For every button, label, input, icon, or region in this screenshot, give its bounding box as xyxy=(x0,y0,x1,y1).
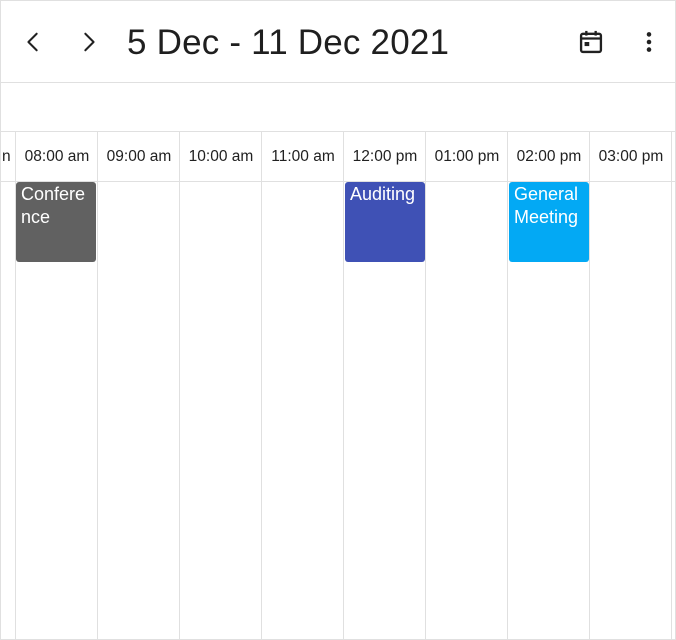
time-label: 09:00 am xyxy=(106,148,172,165)
chevron-left-icon xyxy=(27,32,38,52)
appointment-subject: Conference xyxy=(21,184,86,227)
appointment-auditing[interactable]: Auditing xyxy=(345,182,425,262)
appointment-conference[interactable]: Conference xyxy=(16,182,96,262)
appointment-subject: General Meeting xyxy=(514,184,579,227)
previous-button[interactable] xyxy=(13,22,53,62)
time-label: 02:00 pm xyxy=(516,148,582,165)
time-label: 08:00 am xyxy=(24,148,90,165)
scheduler-header: 5 Dec - 11 Dec 2021 xyxy=(1,1,675,83)
appointment-general-meeting[interactable]: General Meeting xyxy=(509,182,589,262)
grid-line xyxy=(425,132,426,639)
time-label: 11:00 am xyxy=(271,148,335,165)
grid-line xyxy=(507,132,508,639)
grid-line xyxy=(97,132,98,639)
date-range-title[interactable]: 5 Dec - 11 Dec 2021 xyxy=(127,21,449,65)
scheduler: 5 Dec - 11 Dec 2021 n 08:00 am 09:00 am … xyxy=(0,0,676,640)
time-label: 01:00 pm xyxy=(434,148,500,165)
time-label: 10:00 am xyxy=(188,148,254,165)
time-label: n xyxy=(2,148,11,165)
all-day-panel[interactable] xyxy=(1,83,675,132)
chevron-right-icon xyxy=(84,32,95,52)
time-label: 03:00 pm xyxy=(598,148,664,165)
next-button[interactable] xyxy=(69,22,109,62)
more-options-button[interactable] xyxy=(629,22,669,62)
time-label: 12:00 pm xyxy=(352,148,418,165)
grid-line xyxy=(261,132,262,639)
grid-line xyxy=(671,132,672,639)
today-button[interactable] xyxy=(571,22,611,62)
grid-line xyxy=(343,132,344,639)
grid-line xyxy=(179,132,180,639)
appointment-subject: Auditing xyxy=(350,184,416,204)
time-ruler: n 08:00 am 09:00 am 10:00 am 11:00 am 12… xyxy=(1,132,675,182)
calendar-today-icon xyxy=(579,30,603,54)
more-vertical-icon xyxy=(646,32,652,52)
grid-line xyxy=(589,132,590,639)
